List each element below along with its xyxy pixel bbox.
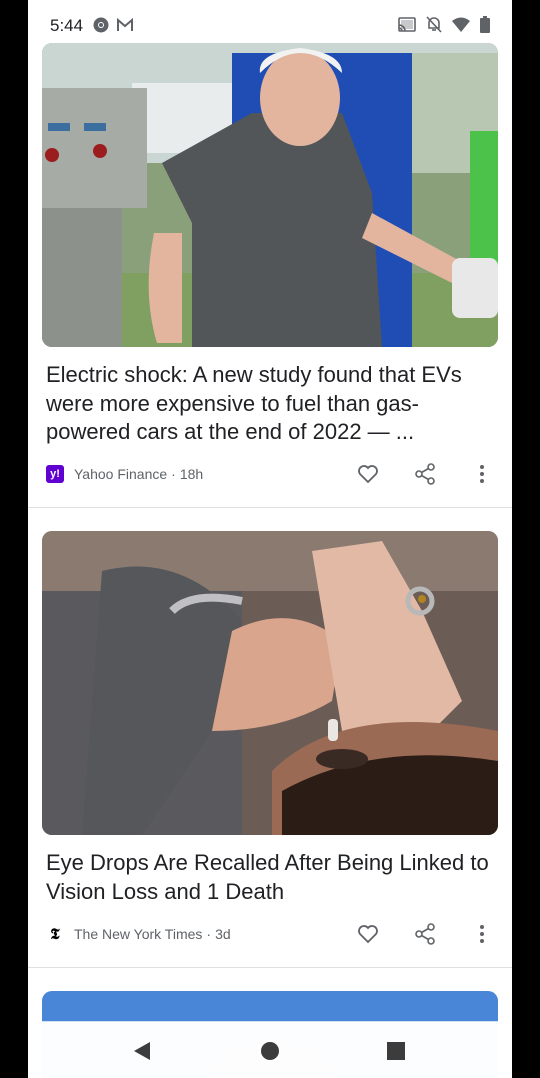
share-icon[interactable] (411, 920, 439, 948)
share-icon[interactable] (411, 460, 439, 488)
article-image[interactable] (42, 43, 498, 347)
article-meta: 𝕿 The New York Times · 3d (46, 920, 496, 948)
status-time: 5:44 (50, 16, 84, 35)
chrome-icon (92, 16, 110, 39)
separator: · (171, 466, 176, 482)
home-icon[interactable] (259, 1040, 281, 1062)
like-heart-icon[interactable] (354, 920, 382, 948)
article-age: 3d (215, 926, 231, 942)
source-name[interactable]: Yahoo Finance (74, 466, 167, 482)
article-meta: y! Yahoo Finance · 18h (46, 460, 496, 488)
article-headline[interactable]: Electric shock: A new study found that E… (46, 361, 496, 447)
battery-icon (480, 16, 490, 38)
source-name[interactable]: The New York Times (74, 926, 202, 942)
article-age: 18h (179, 466, 204, 482)
cast-icon (398, 16, 416, 38)
article-headline[interactable]: Eye Drops Are Recalled After Being Linke… (46, 849, 496, 906)
gmail-icon (116, 16, 134, 39)
recents-icon[interactable] (385, 1040, 407, 1062)
ev-charging-photo (42, 43, 498, 347)
new-york-times-logo-icon: 𝕿 (50, 925, 60, 943)
card-divider (28, 967, 512, 968)
more-options-icon[interactable] (468, 460, 496, 488)
system-nav-bar (28, 1022, 512, 1078)
eye-drops-photo (42, 531, 498, 835)
wifi-icon (452, 17, 470, 37)
like-heart-icon[interactable] (354, 460, 382, 488)
news-feed-screen: 5:44 Electric shock: A new study found t… (28, 0, 512, 1078)
card-divider (28, 507, 512, 508)
back-icon[interactable] (131, 1040, 153, 1062)
notifications-off-icon (426, 16, 442, 38)
article-image[interactable] (42, 531, 498, 835)
separator: · (206, 926, 212, 942)
yahoo-finance-logo-icon: y! (46, 465, 64, 483)
more-options-icon[interactable] (468, 920, 496, 948)
